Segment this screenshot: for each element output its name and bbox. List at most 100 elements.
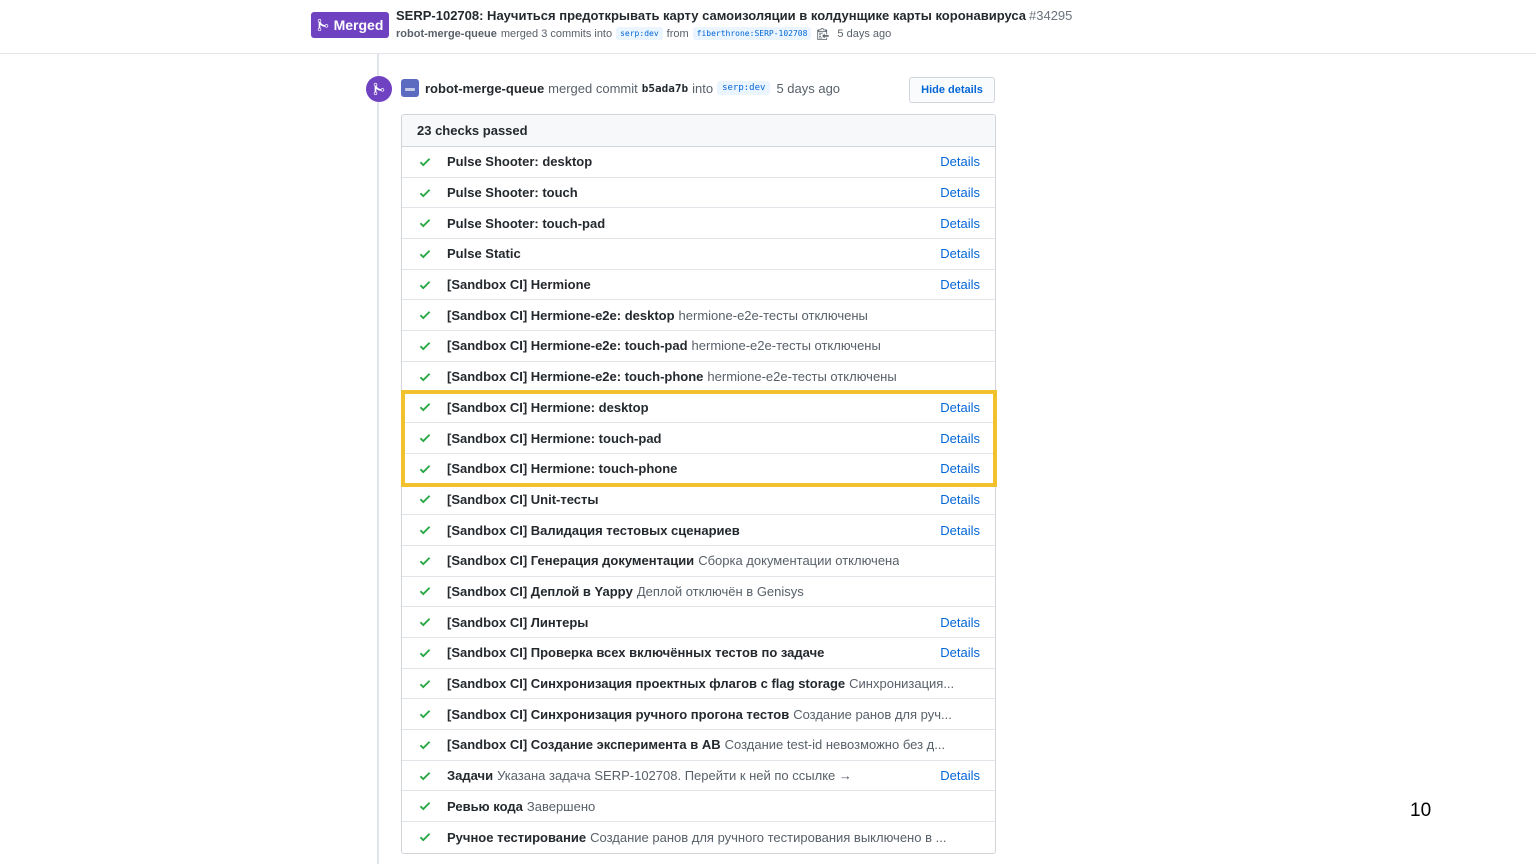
hide-details-button[interactable]: Hide details: [909, 77, 995, 103]
check-name: [Sandbox CI] Синхронизация ручного прого…: [447, 706, 790, 722]
check-icon: [419, 771, 431, 780]
check-row: Pulse Static Details: [402, 239, 995, 270]
clipboard-icon[interactable]: [817, 27, 830, 40]
check-name: [Sandbox CI] Проверка всех включённых те…: [447, 645, 825, 661]
merged-status-badge: Merged: [311, 12, 389, 38]
check-icon: [419, 679, 431, 688]
check-name: Pulse Static: [447, 246, 521, 262]
check-text: Pulse Static: [447, 246, 521, 261]
check-text: [Sandbox CI] Проверка всех включённых те…: [447, 645, 824, 660]
checks-panel: 23 checks passed Pulse Shooter: desktop D…: [401, 114, 996, 854]
check-details-link[interactable]: Details: [940, 246, 980, 261]
event-branch[interactable]: serp:dev: [717, 81, 771, 95]
pr-time: 5 days ago: [837, 27, 892, 40]
event-author-link[interactable]: robot-merge-queue: [425, 81, 544, 96]
check-details-link[interactable]: Details: [940, 461, 980, 476]
check-name: [Sandbox CI] Создание эксперимента в AB: [447, 737, 721, 753]
check-row: [Sandbox CI] Линтеры Details: [402, 607, 995, 638]
check-text: Pulse Shooter: touch: [447, 185, 578, 200]
check-row: [Sandbox CI] Генерация документации Сборк…: [402, 546, 995, 577]
git-merge-icon: [317, 18, 328, 32]
check-text: [Sandbox CI] Генерация документации Сборк…: [447, 553, 899, 568]
check-icon: [419, 403, 431, 412]
check-row: [Sandbox CI] Hermione: touch-phone Detail…: [402, 454, 995, 485]
check-details-link[interactable]: Details: [940, 645, 980, 660]
check-text: [Sandbox CI] Синхронизация ручного прого…: [447, 707, 952, 722]
pr-merged-text: merged 3 commits into: [500, 27, 613, 40]
check-details-link[interactable]: Details: [940, 768, 980, 783]
check-details-link[interactable]: Details: [940, 431, 980, 446]
check-icon: [419, 618, 431, 627]
check-row: [Sandbox CI] Деплой в Yappy Деплой отключ…: [402, 577, 995, 608]
check-row: [Sandbox CI] Hermione: touch-pad Details: [402, 423, 995, 454]
check-row: [Sandbox CI] Hermione-e2e: touch-phone he…: [402, 362, 995, 393]
check-text: [Sandbox CI] Hermione: desktop: [447, 400, 649, 415]
check-description: Создание test-id невозможно без д...: [724, 737, 946, 753]
check-details-link[interactable]: Details: [940, 216, 980, 231]
merge-event: robot-merge-queue merged commit b5ada7b …: [401, 78, 840, 98]
commit-sha-link[interactable]: b5ada7b: [642, 82, 688, 95]
check-description: Создание ранов для ручного тестирования …: [590, 829, 947, 845]
check-name: [Sandbox CI] Линтеры: [447, 614, 589, 630]
check-row: Pulse Shooter: touch Details: [402, 178, 995, 209]
check-description: Создание ранов для руч...: [793, 706, 952, 722]
base-branch[interactable]: serp:dev: [616, 27, 663, 40]
check-details-link[interactable]: Details: [940, 185, 980, 200]
check-name: [Sandbox CI] Синхронизация проектных фла…: [447, 676, 846, 692]
check-text: [Sandbox CI] Hermione-e2e: touch-pad herm…: [447, 338, 881, 353]
check-icon: [419, 556, 431, 566]
check-text: [Sandbox CI] Hermione: [447, 277, 591, 292]
check-name: Pulse Shooter: touch: [447, 185, 578, 201]
merged-status-label: Merged: [333, 17, 384, 33]
check-name: [Sandbox CI] Hermione-e2e: touch-phone: [447, 369, 704, 385]
check-icon: [419, 740, 431, 750]
check-name: [Sandbox CI] Unit-тесты: [447, 491, 599, 507]
check-details-link[interactable]: Details: [940, 492, 980, 507]
check-icon: [419, 710, 431, 719]
check-description: hermione-e2e-тесты отключены: [678, 307, 868, 323]
pr-title: SERP-102708: Научиться предоткрывать кар…: [396, 8, 1072, 23]
check-icon: [419, 342, 431, 351]
check-text: Ручное тестирование Создание ранов для ру…: [447, 830, 946, 845]
check-name: [Sandbox CI] Hermione-e2e: desktop: [447, 307, 675, 323]
check-name: [Sandbox CI] Hermione: desktop: [447, 399, 649, 415]
check-name: Ручное тестирование: [447, 829, 587, 845]
check-description: hermione-e2e-тесты отключены: [691, 338, 881, 354]
check-name: Pulse Shooter: desktop: [447, 154, 593, 170]
check-row: [Sandbox CI] Hermione-e2e: touch-pad herm…: [402, 331, 995, 362]
check-row: [Sandbox CI] Unit-тесты Details: [402, 485, 995, 516]
check-icon: [419, 372, 431, 382]
check-row: Pulse Shooter: desktop Details: [402, 147, 995, 178]
check-icon: [419, 249, 431, 259]
pr-title-text: SERP-102708: Научиться предоткрывать кар…: [396, 8, 1026, 23]
check-text: [Sandbox CI] Валидация тестовых сценарие…: [447, 523, 740, 538]
check-details-link[interactable]: Details: [940, 400, 980, 415]
pr-from-text: from: [666, 27, 689, 40]
check-description: Указана задача SERP-102708. Перейти к не…: [497, 768, 852, 784]
check-row: [Sandbox CI] Hermione: desktop Details: [402, 393, 995, 424]
check-icon: [419, 495, 431, 504]
check-details-link[interactable]: Details: [940, 523, 980, 538]
check-row: Задачи Указана задача SERP-102708. Перейт…: [402, 761, 995, 792]
check-text: Ревью кода Завершено: [447, 799, 595, 814]
avatar[interactable]: [401, 79, 419, 97]
check-text: [Sandbox CI] Создание эксперимента в AB С…: [447, 737, 945, 752]
head-branch[interactable]: fiberthrone:SERP-102708: [692, 27, 812, 40]
check-icon: [419, 280, 431, 289]
check-details-link[interactable]: Details: [940, 277, 980, 292]
check-text: [Sandbox CI] Unit-тесты: [447, 492, 599, 507]
check-details-link[interactable]: Details: [940, 154, 980, 169]
check-text: [Sandbox CI] Hermione: touch-phone: [447, 461, 677, 476]
check-details-link[interactable]: Details: [940, 615, 980, 630]
check-row: [Sandbox CI] Hermione Details: [402, 270, 995, 301]
check-text: [Sandbox CI] Синхронизация проектных фла…: [447, 676, 954, 691]
check-name: Pulse Shooter: touch-pad: [447, 215, 606, 231]
check-name: [Sandbox CI] Hermione: touch-pad: [447, 430, 662, 446]
check-name: [Sandbox CI] Валидация тестовых сценарие…: [447, 522, 740, 538]
check-icon: [419, 526, 431, 535]
check-row: Ручное тестирование Создание ранов для ру…: [402, 822, 995, 853]
check-name: [Sandbox CI] Hermione: touch-phone: [447, 461, 678, 477]
check-text: Задачи Указана задача SERP-102708. Перейт…: [447, 768, 852, 783]
merge-event-badge: [366, 76, 392, 102]
pr-author-link[interactable]: robot-merge-queue: [396, 28, 497, 40]
